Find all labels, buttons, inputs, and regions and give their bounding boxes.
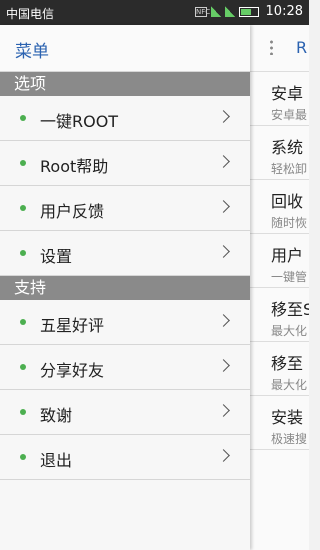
content-item-title: 安装 [271,408,304,427]
nfc-icon: NFC [195,6,211,17]
menu-item-label: 分享好友 [40,361,105,380]
content-list-item[interactable]: 回收 随时恢 [250,180,309,234]
content-item-title: 用户 [271,246,304,265]
menu-item[interactable]: 分享好友 [0,345,250,390]
content-item-title: 系统 [271,138,304,157]
bullet-icon [20,160,26,166]
chevron-right-icon [217,110,230,123]
menu-item[interactable]: 五星好评 [0,300,250,345]
chevron-right-icon [217,200,230,213]
signal-icon-2 [225,6,235,17]
menu-item-label: 一键ROOT [40,112,119,131]
content-item-subtitle: 一键管 [271,270,308,284]
bullet-icon [20,205,26,211]
status-icons: NFC [195,6,259,17]
bullet-icon [20,319,26,325]
menu-item-label: 五星好评 [40,316,105,335]
menu-item[interactable]: Root帮助 [0,141,250,186]
content-list-item[interactable]: 用户 一键管 [250,234,309,288]
drawer-header: 菜单 [0,25,250,72]
battery-icon [239,6,259,17]
chevron-right-icon [217,314,230,327]
status-bar: 中国电信 NFC 10:28 [0,0,309,25]
menu-item[interactable]: 设置 [0,231,250,276]
content-item-subtitle: 轻松卸 [271,162,308,176]
chevron-right-icon [217,404,230,417]
content-header: R [250,25,309,72]
content-title: R [296,38,308,57]
bullet-icon [20,250,26,256]
signal-icon [211,6,221,17]
chevron-right-icon [217,155,230,168]
content-item-title: 移至 [271,354,304,373]
navigation-drawer: 菜单 选项一键ROOT Root帮助 用户反馈设置支持五星好评分享好友致谢退出 [0,25,250,550]
content-item-subtitle: 极速搜 [271,432,308,446]
content-list-item[interactable]: 移至S 最大化 [250,288,309,342]
content-list-item[interactable]: 安卓 安卓最 [250,72,309,126]
drawer-title: 菜单 [15,42,49,62]
content-item-subtitle: 最大化 [271,324,308,338]
section-header: 选项 [0,72,250,96]
clock: 10:28 [265,4,303,19]
menu-item-label: 致谢 [40,406,73,425]
menu-item-label: 用户反馈 [40,202,105,221]
menu-item-label: 退出 [40,451,73,470]
content-list-item[interactable]: 移至 最大化 [250,342,309,396]
overflow-menu-icon[interactable] [270,39,273,55]
bullet-icon [20,409,26,415]
content-item-subtitle: 随时恢 [271,216,308,230]
content-item-subtitle: 最大化 [271,378,308,392]
content-list-item[interactable]: 系统 轻松卸 [250,126,309,180]
section-header: 支持 [0,276,250,300]
menu-item[interactable]: 用户反馈 [0,186,250,231]
content-item-title: 回收 [271,192,304,211]
content-list: 安卓 安卓最 系统 轻松卸 回收 随时恢 用户 一键管 移至S 最大化 移至 最大化 安装 极速搜 [250,72,309,450]
bullet-icon [20,115,26,121]
menu-item[interactable]: 一键ROOT [0,96,250,141]
chevron-right-icon [217,245,230,258]
bullet-icon [20,454,26,460]
menu-item-label: 设置 [40,247,73,266]
content-item-subtitle: 安卓最 [271,108,308,122]
menu-item[interactable]: 致谢 [0,390,250,435]
content-item-title: 安卓 [271,84,304,103]
menu-item[interactable]: 退出 [0,435,250,480]
content-panel: R 安卓 安卓最 系统 轻松卸 回收 随时恢 用户 一键管 移至S 最大化 移至 最大化 安装 极速搜 [250,25,309,550]
content-list-item[interactable]: 安装 极速搜 [250,396,309,450]
content-item-title: 移至S [271,300,309,319]
chevron-right-icon [217,359,230,372]
chevron-right-icon [217,449,230,462]
drawer-body: 选项一键ROOT Root帮助 用户反馈设置支持五星好评分享好友致谢退出 [0,72,250,480]
bullet-icon [20,364,26,370]
menu-item-label: Root帮助 [40,157,109,176]
carrier-label: 中国电信 [6,7,55,21]
